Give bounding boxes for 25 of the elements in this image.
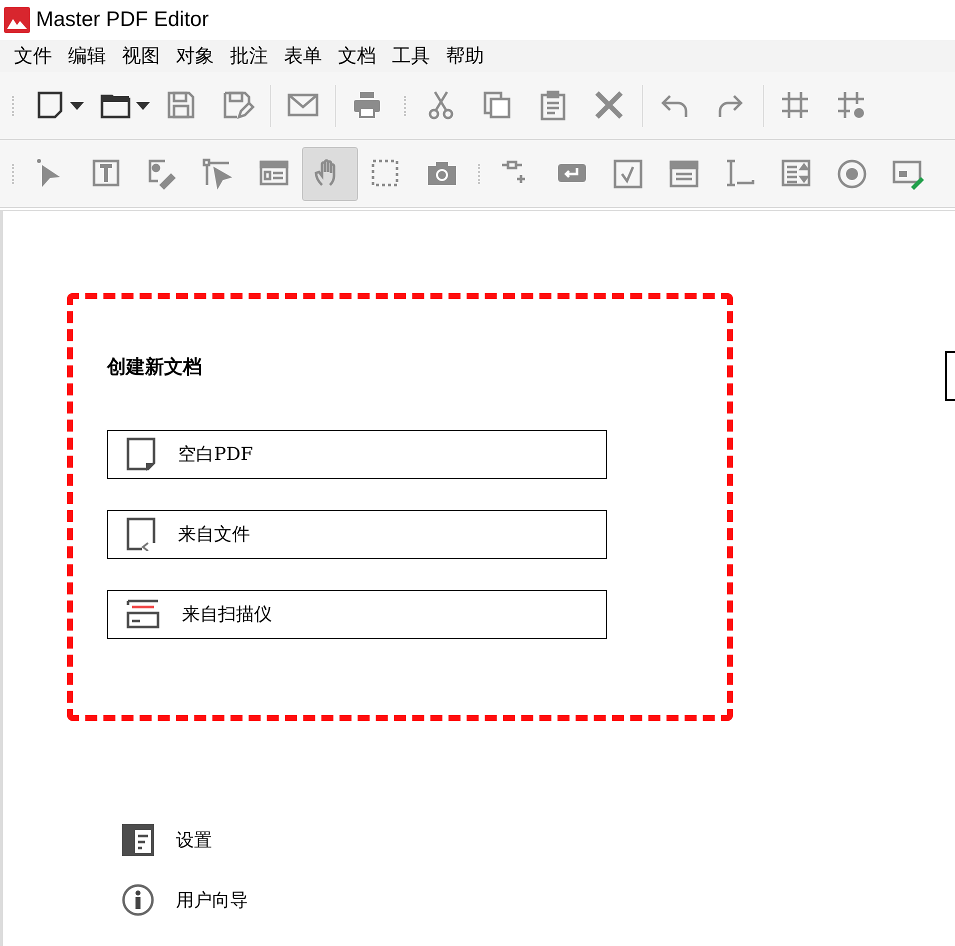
menu-item[interactable]: 对象 (168, 42, 222, 70)
info-icon (122, 884, 154, 916)
menu-item[interactable]: 表单 (276, 42, 330, 70)
window-title: Master PDF Editor (36, 7, 209, 34)
caret-icon[interactable] (136, 102, 150, 110)
new-document-button[interactable]: 来自文件 (107, 510, 607, 558)
caret-icon[interactable] (70, 102, 84, 110)
menu-item[interactable]: 编辑 (60, 42, 114, 70)
blank-page-icon (126, 437, 156, 471)
start-link[interactable]: 设置 (122, 823, 248, 857)
menu-item[interactable]: 文档 (330, 42, 384, 70)
new-document-button[interactable]: 空白PDF (107, 430, 607, 478)
new-document-button[interactable]: 来自扫描仪 (107, 590, 607, 638)
app-logo-icon (4, 7, 30, 33)
scanner-icon (126, 599, 160, 629)
menu-item[interactable]: 帮助 (438, 42, 492, 70)
start-link[interactable]: 用户向导 (122, 883, 248, 917)
menu-item[interactable]: 视图 (114, 42, 168, 70)
settings-icon (122, 824, 154, 856)
section-heading: 创建新文档 (107, 355, 203, 380)
menu-item[interactable]: 批注 (222, 42, 276, 70)
menu-item[interactable]: 文件 (6, 42, 60, 70)
menu-item[interactable]: 工具 (384, 42, 438, 70)
object-icon (201, 156, 235, 190)
import-page-icon (126, 517, 156, 551)
